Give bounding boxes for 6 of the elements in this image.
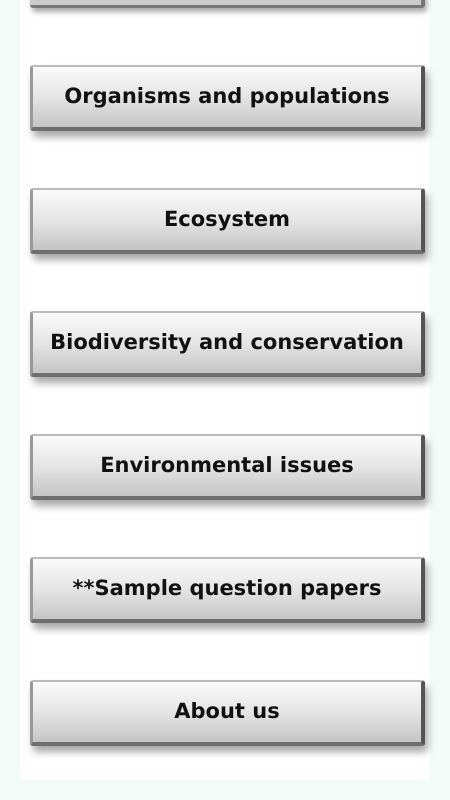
menu-button[interactable]: Ecosystem	[30, 188, 425, 254]
menu-button[interactable]: Biodiversity and conservation	[30, 311, 425, 377]
menu-button[interactable]: Environmental issues	[30, 434, 425, 500]
menu-button[interactable]: About us	[30, 680, 425, 746]
menu-button[interactable]: Organisms and populations	[30, 65, 425, 131]
menu-button[interactable]: **Sample question papers	[30, 557, 425, 623]
